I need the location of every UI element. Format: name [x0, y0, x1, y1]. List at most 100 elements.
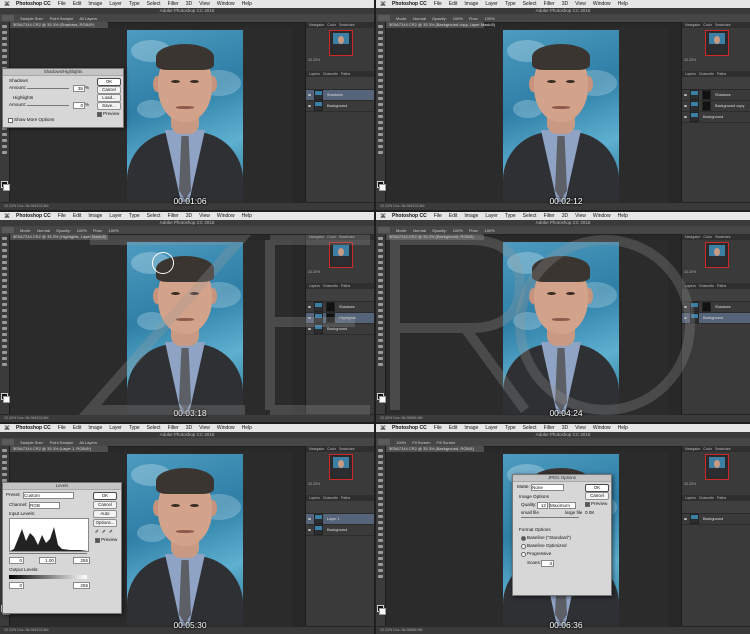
tool-icon[interactable]: [2, 31, 7, 34]
tool-icon[interactable]: [2, 363, 7, 366]
tool-icon[interactable]: [378, 255, 383, 258]
option-item[interactable]: 100%: [484, 16, 494, 21]
option-item[interactable]: Point Sample: [50, 16, 74, 21]
tool-icon[interactable]: [378, 285, 383, 288]
eye-icon[interactable]: [308, 306, 311, 308]
tab-layers[interactable]: Layers: [685, 496, 696, 500]
menu-app-name[interactable]: Photoshop CC: [392, 213, 427, 219]
preview-checkbox[interactable]: [97, 112, 102, 117]
tool-preset-icon[interactable]: [2, 15, 14, 21]
option-item[interactable]: Fit Screen: [412, 440, 430, 445]
tab-channels[interactable]: Channels: [699, 496, 714, 500]
black-eyedropper-icon[interactable]: ✐: [95, 529, 99, 535]
tool-preset-icon[interactable]: [2, 227, 14, 233]
tab-layers[interactable]: Layers: [685, 284, 696, 288]
tool-icon[interactable]: [378, 509, 383, 512]
zoom-level[interactable]: 33.33%: [306, 482, 374, 487]
tool-icon[interactable]: [2, 327, 7, 330]
layer-row[interactable]: Shadows: [682, 90, 750, 101]
menu-item-filter[interactable]: Filter: [168, 213, 179, 219]
option-item[interactable]: Sample Size:: [20, 16, 44, 21]
tool-icon[interactable]: [2, 37, 7, 40]
tool-icon[interactable]: [378, 363, 383, 366]
input-high-field[interactable]: 255: [73, 557, 90, 564]
tab-swatches[interactable]: Swatches: [339, 23, 355, 27]
menu-item-layer[interactable]: Layer: [485, 425, 498, 431]
menu-app-name[interactable]: Photoshop CC: [392, 1, 427, 7]
menu-item-select[interactable]: Select: [523, 425, 537, 431]
menu-app-name[interactable]: Photoshop CC: [16, 425, 51, 431]
navigator-preview[interactable]: [704, 30, 729, 56]
navigator-preview[interactable]: [328, 30, 353, 56]
tab-color[interactable]: Color: [327, 235, 336, 239]
option-item[interactable]: Mode:: [20, 228, 31, 233]
preview-checkbox[interactable]: [95, 538, 100, 543]
menu-item-file[interactable]: File: [58, 213, 66, 219]
tab-color[interactable]: Color: [703, 235, 712, 239]
tool-icon[interactable]: [2, 61, 7, 64]
gray-eyedropper-icon[interactable]: ✐: [102, 529, 106, 535]
tool-icon[interactable]: [378, 533, 383, 536]
tool-icon[interactable]: [2, 473, 7, 476]
tool-icon[interactable]: [378, 527, 383, 530]
background-color-swatch[interactable]: [379, 396, 386, 403]
menu-item-file[interactable]: File: [434, 1, 442, 7]
eye-icon[interactable]: [684, 94, 687, 96]
tool-icon[interactable]: [2, 249, 7, 252]
eye-icon[interactable]: [684, 105, 687, 107]
white-eyedropper-icon[interactable]: ✐: [109, 529, 113, 535]
menu-item-window[interactable]: Window: [217, 213, 235, 219]
quality-field[interactable]: 12: [537, 502, 548, 509]
dialog-button-ok[interactable]: OK: [585, 484, 609, 492]
tab-channels[interactable]: Channels: [323, 284, 338, 288]
tool-icon[interactable]: [378, 85, 383, 88]
tab-color[interactable]: Color: [327, 23, 336, 27]
tool-icon[interactable]: [378, 539, 383, 542]
tool-icon[interactable]: [2, 43, 7, 46]
tool-icon[interactable]: [378, 97, 383, 100]
document-canvas[interactable]: [386, 240, 668, 415]
highlights-amount-field[interactable]: 0: [73, 102, 85, 109]
tab-navigator[interactable]: Navigator: [685, 23, 700, 27]
tool-icon[interactable]: [378, 575, 383, 578]
layer-row[interactable]: Background: [682, 313, 750, 324]
format-radio[interactable]: [521, 552, 526, 557]
tool-icon[interactable]: [2, 279, 7, 282]
option-item[interactable]: Opacity:: [56, 228, 71, 233]
dialog-button-auto[interactable]: Auto: [93, 510, 117, 518]
menu-item-type[interactable]: Type: [129, 213, 140, 219]
tab-swatches[interactable]: Swatches: [339, 447, 355, 451]
menu-item-help[interactable]: Help: [618, 1, 628, 7]
tool-icon[interactable]: [2, 297, 7, 300]
tool-icon[interactable]: [378, 79, 383, 82]
menu-item-file[interactable]: File: [58, 425, 66, 431]
option-item[interactable]: All Layers: [79, 16, 97, 21]
tool-icon[interactable]: [378, 151, 383, 154]
tool-icon[interactable]: [378, 291, 383, 294]
highlights-amount-slider[interactable]: [27, 105, 69, 106]
menu-app-name[interactable]: Photoshop CC: [392, 425, 427, 431]
zoom-level[interactable]: 33.33%: [682, 270, 750, 275]
menu-item-layer[interactable]: Layer: [485, 1, 498, 7]
tool-icon[interactable]: [2, 351, 7, 354]
menu-item-file[interactable]: File: [434, 213, 442, 219]
menu-item-help[interactable]: Help: [618, 213, 628, 219]
eye-icon[interactable]: [684, 116, 687, 118]
navigator-preview[interactable]: [704, 242, 729, 268]
tool-icon[interactable]: [2, 321, 7, 324]
tool-icon[interactable]: [378, 109, 383, 112]
scans-select[interactable]: 3: [541, 560, 554, 567]
tool-icon[interactable]: [378, 103, 383, 106]
layer-row[interactable]: Highlights: [306, 313, 374, 324]
output-low-field[interactable]: 0: [9, 582, 24, 589]
tool-icon[interactable]: [378, 31, 383, 34]
menu-item-view[interactable]: View: [575, 1, 586, 7]
tool-icon[interactable]: [378, 139, 383, 142]
layer-mask-thumbnail[interactable]: [326, 313, 335, 323]
menu-item-image[interactable]: Image: [464, 425, 478, 431]
tab-color[interactable]: Color: [703, 23, 712, 27]
eye-icon[interactable]: [308, 529, 311, 531]
output-levels-gradient[interactable]: [9, 575, 87, 579]
menu-item-window[interactable]: Window: [593, 425, 611, 431]
apple-icon[interactable]: ⌘: [380, 1, 386, 8]
